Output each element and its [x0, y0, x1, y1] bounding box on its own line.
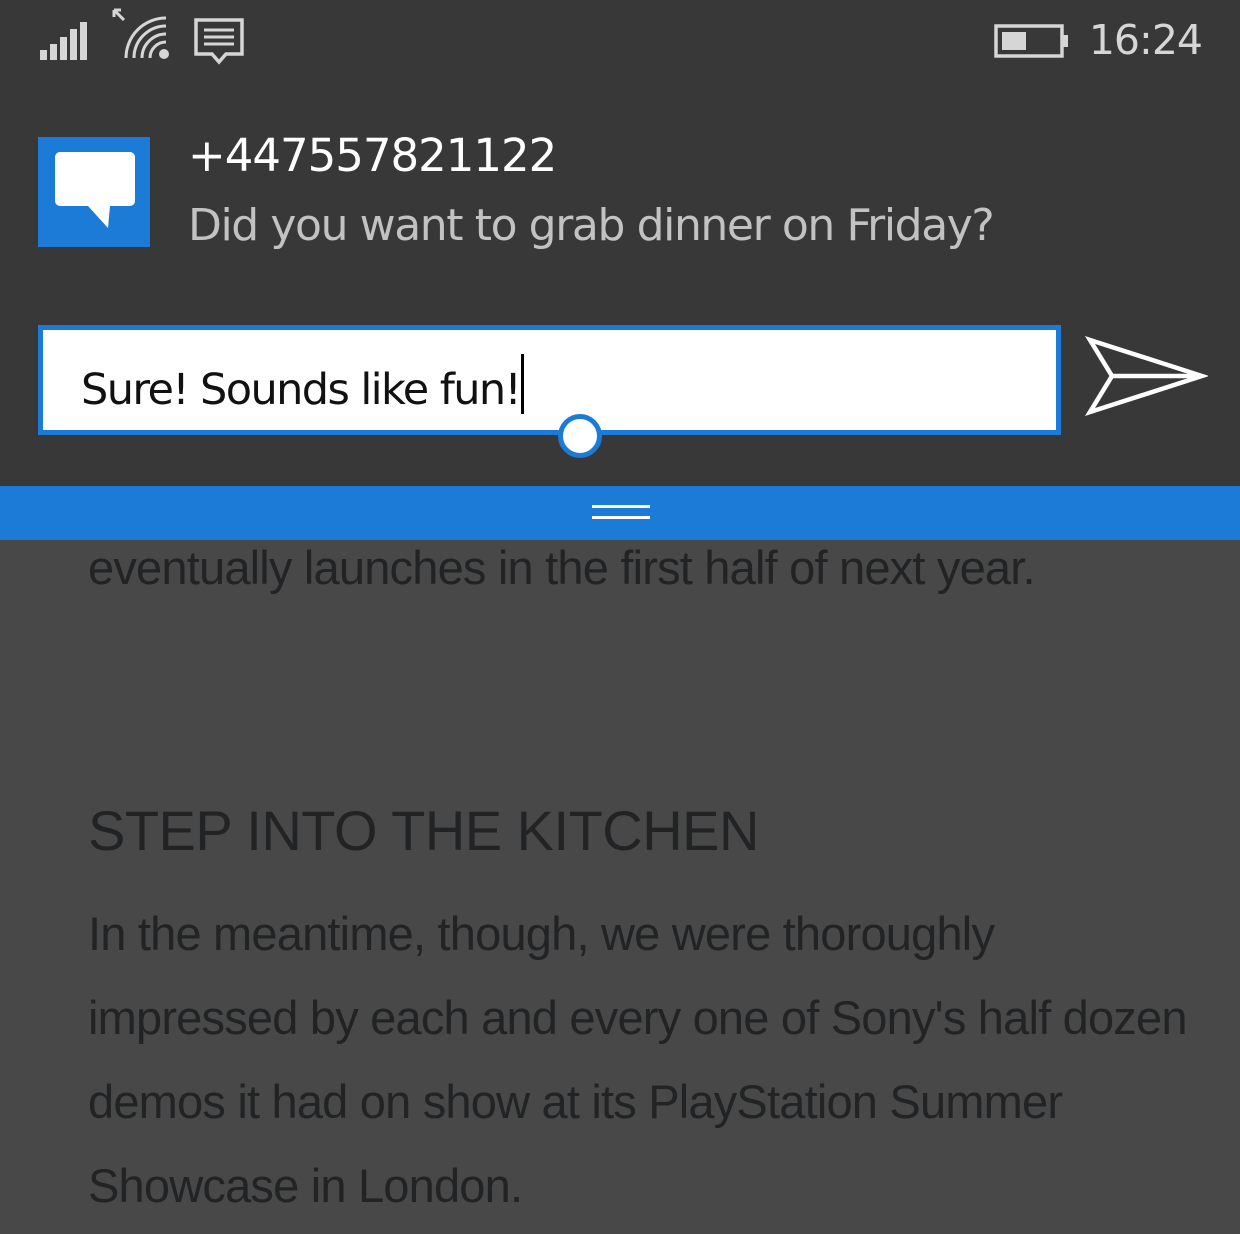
article-paragraph: In the meantime, though, we were thoroug… — [88, 907, 1187, 1212]
status-bar: 16:24 — [0, 0, 1240, 80]
message-icon — [194, 18, 244, 65]
reply-input[interactable]: Sure! Sounds like fun! — [38, 325, 1061, 435]
clock: 16:24 — [1088, 16, 1203, 64]
message-bubble-icon — [55, 152, 135, 228]
message-preview: Did you want to grab dinner on Friday? — [188, 200, 995, 251]
messaging-app-tile[interactable] — [38, 137, 150, 247]
text-selection-gripper[interactable] — [558, 414, 602, 458]
reply-input-value[interactable]: Sure! Sounds like fun! — [81, 365, 522, 415]
article-heading: STEP INTO THE KITCHEN — [88, 799, 759, 862]
notification-panel: 16:24 +447557821122 Did you want to grab… — [0, 0, 1240, 486]
send-arrow-icon — [1084, 336, 1208, 416]
text-cursor — [521, 354, 525, 414]
signal-strength-icon — [40, 22, 87, 60]
battery-icon — [994, 24, 1068, 58]
wifi-icon — [112, 8, 169, 59]
article-paragraph: eventually launches in the first half of… — [88, 541, 1036, 594]
sender-number: +447557821122 — [188, 129, 557, 182]
send-button[interactable] — [1084, 334, 1208, 420]
grip-icon — [592, 505, 650, 521]
